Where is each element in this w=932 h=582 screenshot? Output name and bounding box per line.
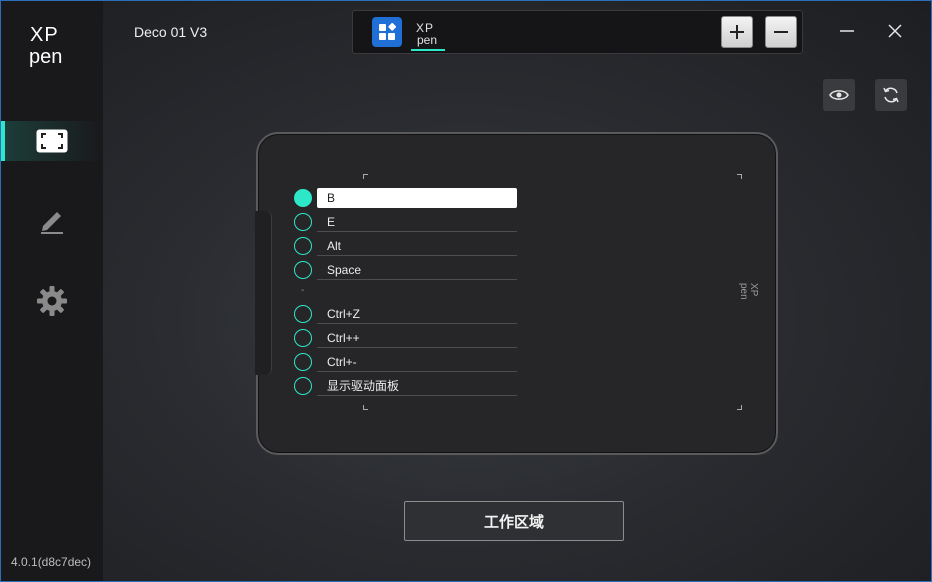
shortcut-key-radio[interactable] (294, 377, 312, 395)
shortcut-key-row[interactable]: Ctrl+Z (294, 304, 518, 324)
remove-app-button[interactable] (765, 16, 797, 48)
shortcut-key-label[interactable]: Alt (317, 236, 517, 256)
close-icon (888, 24, 902, 38)
app-window: XP pen 4.0.1(d8c7dec) Deco 01 V3 XP pen … (0, 0, 932, 582)
work-area-corner (737, 174, 742, 179)
tab-all-apps[interactable] (372, 17, 402, 47)
svg-text:pen: pen (738, 283, 749, 300)
tablet-side-panel (255, 211, 272, 375)
tab-selected-indicator (411, 49, 445, 51)
shortcut-key-label[interactable]: 显示驱动面板 (317, 376, 517, 396)
tablet-preview (256, 132, 778, 455)
shortcut-key-label[interactable]: Ctrl+Z (317, 304, 517, 324)
shortcut-key-row[interactable]: Ctrl+- (294, 352, 518, 372)
shortcut-key-radio[interactable] (294, 261, 312, 279)
minimize-icon (840, 30, 854, 32)
shortcut-key-label[interactable]: Space (317, 260, 517, 280)
shortcut-key-row[interactable]: Space (294, 260, 518, 280)
key-group-separator: - (301, 285, 305, 296)
fullscreen-icon (36, 129, 68, 153)
gear-icon (37, 286, 67, 316)
shortcut-key-radio[interactable] (294, 305, 312, 323)
reset-button[interactable] (875, 79, 907, 111)
shortcut-key-row[interactable]: 显示驱动面板 (294, 376, 518, 396)
sidebar-item-tablet-area[interactable] (1, 121, 103, 161)
sidebar: XP pen 4.0.1(d8c7dec) (1, 1, 103, 581)
tab-xppen-app[interactable]: XP pen (412, 15, 446, 53)
plus-icon (730, 25, 744, 39)
version-label: 4.0.1(d8c7dec) (11, 555, 92, 569)
shortcut-key-radio[interactable] (294, 189, 312, 207)
work-area-corner (363, 405, 368, 410)
svg-text:XP: XP (30, 24, 59, 46)
work-area-corner (737, 405, 742, 410)
shortcut-key-radio[interactable] (294, 213, 312, 231)
xppen-tab-logo: XP pen (416, 21, 437, 47)
pen-icon (41, 212, 63, 234)
device-name: Deco 01 V3 (134, 24, 208, 40)
close-button[interactable] (883, 19, 907, 43)
preview-button[interactable] (823, 79, 855, 111)
work-area-button[interactable]: 工作区域 (404, 501, 624, 541)
grid-icon (379, 23, 396, 40)
shortcut-key-label[interactable]: Ctrl+- (317, 352, 517, 372)
add-app-button[interactable] (721, 16, 753, 48)
minimize-button[interactable] (835, 19, 859, 43)
tablet-brand-logo: XP pen (738, 283, 759, 300)
shortcut-key-label[interactable]: B (317, 188, 517, 208)
shortcut-key-label[interactable]: E (317, 212, 517, 232)
app-tab-bar: XP pen (352, 10, 803, 54)
work-area-corner (363, 174, 368, 179)
shortcut-key-radio[interactable] (294, 237, 312, 255)
svg-text:pen: pen (417, 33, 437, 47)
shortcut-key-row[interactable]: Alt (294, 236, 518, 256)
shortcut-key-radio[interactable] (294, 329, 312, 347)
shortcut-key-label[interactable]: Ctrl++ (317, 328, 517, 348)
shortcut-key-radio[interactable] (294, 353, 312, 371)
shortcut-key-row[interactable]: Ctrl++ (294, 328, 518, 348)
shortcut-key-row[interactable]: E (294, 212, 518, 232)
svg-text:pen: pen (29, 46, 62, 67)
xppen-logo: XP pen (29, 24, 62, 67)
sidebar-item-settings[interactable] (1, 281, 103, 321)
shortcut-key-row[interactable]: B (294, 188, 518, 208)
sidebar-item-pen[interactable] (1, 201, 103, 241)
minus-icon (774, 31, 788, 33)
refresh-icon (883, 87, 899, 103)
eye-icon (829, 90, 849, 100)
